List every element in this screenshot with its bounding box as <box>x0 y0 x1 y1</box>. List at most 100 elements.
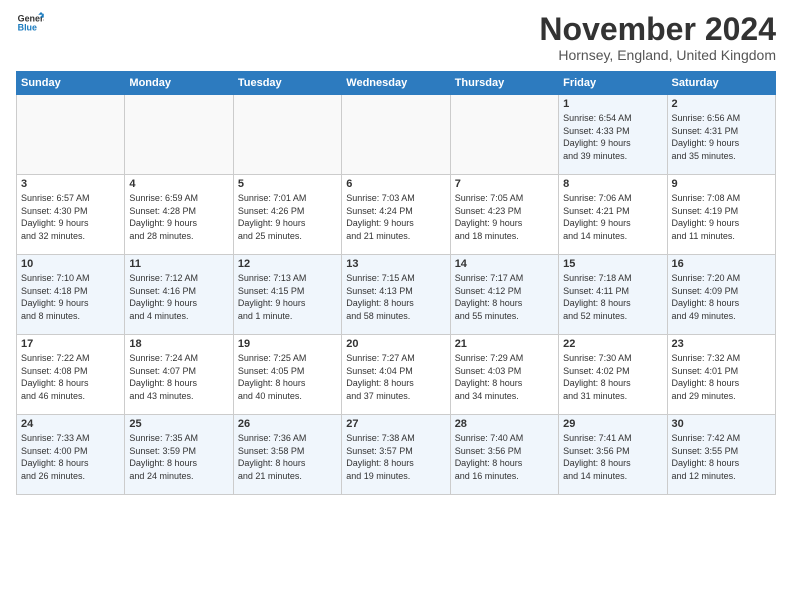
day-info: Sunrise: 7:42 AM Sunset: 3:55 PM Dayligh… <box>672 432 771 482</box>
day-cell: 11Sunrise: 7:12 AM Sunset: 4:16 PM Dayli… <box>125 255 233 335</box>
day-info: Sunrise: 7:08 AM Sunset: 4:19 PM Dayligh… <box>672 192 771 242</box>
day-cell: 26 Sunrise: 7:36 AM Sunset: 3:58 PM Dayli… <box>233 415 341 495</box>
col-sunday: Sunday <box>17 72 125 95</box>
day-number: 30 <box>672 418 771 430</box>
header: General Blue November 2024 Hornsey, Engl… <box>16 12 776 63</box>
day-cell: 17Sunrise: 7:22 AM Sunset: 4:08 PM Dayli… <box>17 335 125 415</box>
day-number: 22 <box>563 338 662 350</box>
day-number: 12 <box>238 258 337 270</box>
calendar-table: Sunday Monday Tuesday Wednesday Thursday… <box>16 71 776 495</box>
day-cell: 21Sunrise: 7:29 AM Sunset: 4:03 PM Dayli… <box>450 335 558 415</box>
day-number: 8 <box>563 178 662 190</box>
day-number: 23 <box>672 338 771 350</box>
col-saturday: Saturday <box>667 72 775 95</box>
day-info: Sunrise: 7:01 AM Sunset: 4:26 PM Dayligh… <box>238 192 337 242</box>
day-cell: 9 Sunrise: 7:08 AM Sunset: 4:19 PM Daylig… <box>667 175 775 255</box>
day-cell: 12 Sunrise: 7:13 AM Sunset: 4:15 PM Dayli… <box>233 255 341 335</box>
day-info: Sunrise: 7:36 AM Sunset: 3:58 PM Dayligh… <box>238 432 337 482</box>
month-title: November 2024 <box>539 12 776 47</box>
day-number: 13 <box>346 258 445 270</box>
day-cell <box>342 95 450 175</box>
week-row-2: 3Sunrise: 6:57 AM Sunset: 4:30 PM Daylig… <box>17 175 776 255</box>
day-info: Sunrise: 7:10 AM Sunset: 4:18 PM Dayligh… <box>21 272 120 322</box>
col-friday: Friday <box>559 72 667 95</box>
day-number: 26 <box>238 418 337 430</box>
header-row: Sunday Monday Tuesday Wednesday Thursday… <box>17 72 776 95</box>
day-number: 29 <box>563 418 662 430</box>
day-number: 27 <box>346 418 445 430</box>
day-info: Sunrise: 7:15 AM Sunset: 4:13 PM Dayligh… <box>346 272 445 322</box>
day-cell: 22 Sunrise: 7:30 AM Sunset: 4:02 PM Dayli… <box>559 335 667 415</box>
day-info: Sunrise: 7:24 AM Sunset: 4:07 PM Dayligh… <box>129 352 228 402</box>
col-thursday: Thursday <box>450 72 558 95</box>
day-info: Sunrise: 6:54 AM Sunset: 4:33 PM Dayligh… <box>563 112 662 162</box>
day-info: Sunrise: 7:40 AM Sunset: 3:56 PM Dayligh… <box>455 432 554 482</box>
day-cell: 25Sunrise: 7:35 AM Sunset: 3:59 PM Dayli… <box>125 415 233 495</box>
location: Hornsey, England, United Kingdom <box>539 47 776 63</box>
day-cell <box>17 95 125 175</box>
day-info: Sunrise: 7:06 AM Sunset: 4:21 PM Dayligh… <box>563 192 662 242</box>
day-cell: 19 Sunrise: 7:25 AM Sunset: 4:05 PM Dayli… <box>233 335 341 415</box>
day-cell: 1 Sunrise: 6:54 AM Sunset: 4:33 PM Daylig… <box>559 95 667 175</box>
day-info: Sunrise: 7:32 AM Sunset: 4:01 PM Dayligh… <box>672 352 771 402</box>
day-cell: 20 Sunrise: 7:27 AM Sunset: 4:04 PM Dayli… <box>342 335 450 415</box>
day-number: 10 <box>21 258 120 270</box>
day-info: Sunrise: 7:27 AM Sunset: 4:04 PM Dayligh… <box>346 352 445 402</box>
day-number: 7 <box>455 178 554 190</box>
day-info: Sunrise: 7:35 AM Sunset: 3:59 PM Dayligh… <box>129 432 228 482</box>
day-number: 19 <box>238 338 337 350</box>
day-number: 14 <box>455 258 554 270</box>
day-cell: 2 Sunrise: 6:56 AM Sunset: 4:31 PM Daylig… <box>667 95 775 175</box>
day-info: Sunrise: 7:30 AM Sunset: 4:02 PM Dayligh… <box>563 352 662 402</box>
day-cell: 5 Sunrise: 7:01 AM Sunset: 4:26 PM Daylig… <box>233 175 341 255</box>
day-cell: 18 Sunrise: 7:24 AM Sunset: 4:07 PM Dayli… <box>125 335 233 415</box>
day-number: 1 <box>563 98 662 110</box>
day-number: 24 <box>21 418 120 430</box>
day-info: Sunrise: 7:22 AM Sunset: 4:08 PM Dayligh… <box>21 352 120 402</box>
day-number: 2 <box>672 98 771 110</box>
svg-text:Blue: Blue <box>18 23 37 33</box>
day-info: Sunrise: 7:38 AM Sunset: 3:57 PM Dayligh… <box>346 432 445 482</box>
day-number: 4 <box>129 178 228 190</box>
week-row-3: 10 Sunrise: 7:10 AM Sunset: 4:18 PM Dayli… <box>17 255 776 335</box>
day-number: 9 <box>672 178 771 190</box>
day-info: Sunrise: 6:57 AM Sunset: 4:30 PM Dayligh… <box>21 192 120 242</box>
day-info: Sunrise: 7:29 AM Sunset: 4:03 PM Dayligh… <box>455 352 554 402</box>
day-cell: 30 Sunrise: 7:42 AM Sunset: 3:55 PM Dayli… <box>667 415 775 495</box>
day-info: Sunrise: 7:33 AM Sunset: 4:00 PM Dayligh… <box>21 432 120 482</box>
day-info: Sunrise: 7:17 AM Sunset: 4:12 PM Dayligh… <box>455 272 554 322</box>
week-row-5: 24 Sunrise: 7:33 AM Sunset: 4:00 PM Dayli… <box>17 415 776 495</box>
day-info: Sunrise: 7:25 AM Sunset: 4:05 PM Dayligh… <box>238 352 337 402</box>
logo: General Blue <box>16 12 44 34</box>
day-cell: 10 Sunrise: 7:10 AM Sunset: 4:18 PM Dayli… <box>17 255 125 335</box>
week-row-1: 1 Sunrise: 6:54 AM Sunset: 4:33 PM Daylig… <box>17 95 776 175</box>
day-number: 11 <box>129 258 228 270</box>
day-number: 18 <box>129 338 228 350</box>
day-number: 15 <box>563 258 662 270</box>
day-cell: 28Sunrise: 7:40 AM Sunset: 3:56 PM Dayli… <box>450 415 558 495</box>
day-info: Sunrise: 7:13 AM Sunset: 4:15 PM Dayligh… <box>238 272 337 322</box>
day-cell: 13 Sunrise: 7:15 AM Sunset: 4:13 PM Dayli… <box>342 255 450 335</box>
day-info: Sunrise: 7:20 AM Sunset: 4:09 PM Dayligh… <box>672 272 771 322</box>
day-number: 5 <box>238 178 337 190</box>
col-tuesday: Tuesday <box>233 72 341 95</box>
logo-icon: General Blue <box>16 12 44 34</box>
day-cell: 4 Sunrise: 6:59 AM Sunset: 4:28 PM Daylig… <box>125 175 233 255</box>
col-wednesday: Wednesday <box>342 72 450 95</box>
page: General Blue November 2024 Hornsey, Engl… <box>0 0 792 503</box>
day-cell: 27 Sunrise: 7:38 AM Sunset: 3:57 PM Dayli… <box>342 415 450 495</box>
day-number: 20 <box>346 338 445 350</box>
week-row-4: 17Sunrise: 7:22 AM Sunset: 4:08 PM Dayli… <box>17 335 776 415</box>
day-cell <box>450 95 558 175</box>
day-info: Sunrise: 6:56 AM Sunset: 4:31 PM Dayligh… <box>672 112 771 162</box>
day-number: 16 <box>672 258 771 270</box>
day-number: 6 <box>346 178 445 190</box>
day-cell: 23 Sunrise: 7:32 AM Sunset: 4:01 PM Dayli… <box>667 335 775 415</box>
day-info: Sunrise: 7:41 AM Sunset: 3:56 PM Dayligh… <box>563 432 662 482</box>
col-monday: Monday <box>125 72 233 95</box>
day-info: Sunrise: 6:59 AM Sunset: 4:28 PM Dayligh… <box>129 192 228 242</box>
day-cell: 16 Sunrise: 7:20 AM Sunset: 4:09 PM Dayli… <box>667 255 775 335</box>
day-info: Sunrise: 7:18 AM Sunset: 4:11 PM Dayligh… <box>563 272 662 322</box>
day-cell: 8 Sunrise: 7:06 AM Sunset: 4:21 PM Daylig… <box>559 175 667 255</box>
title-block: November 2024 Hornsey, England, United K… <box>539 12 776 63</box>
